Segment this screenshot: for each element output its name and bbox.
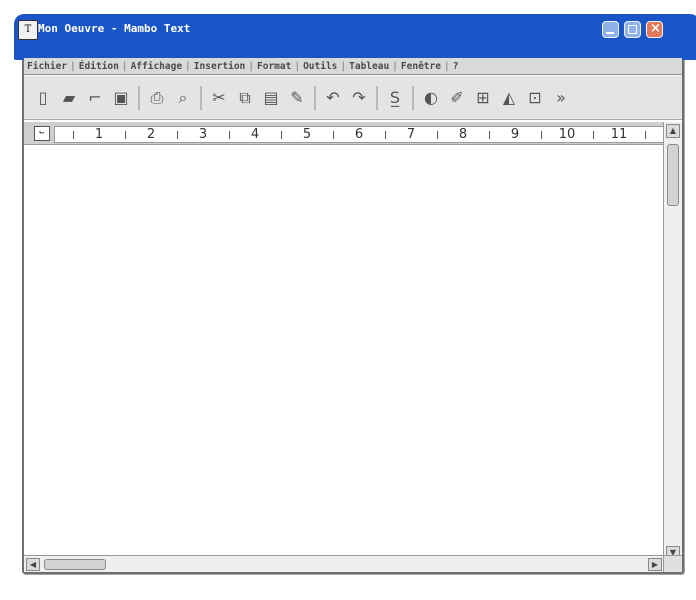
ruler-tick [489,131,490,139]
document-editor[interactable] [24,145,662,551]
ruler-scale[interactable]: 1 2 3 4 5 6 7 8 9 10 11 [54,126,664,143]
format-painter-icon[interactable]: ✎ [286,87,308,109]
ruler-number: 9 [510,127,520,142]
ruler-tick [281,131,282,139]
ruler-tick [645,131,646,139]
ruler-tick [333,131,334,139]
menu-outils[interactable]: Outils [300,61,340,72]
insert-object-icon[interactable]: ⊡ [524,87,546,109]
open-file-icon[interactable]: ⌐ [84,87,106,109]
vertical-scrollbar[interactable]: ▲ ▼ [663,122,682,562]
menu-format[interactable]: Format [254,61,294,72]
toolbar-divider [412,85,414,110]
close-icon: × [650,21,661,36]
print-icon[interactable]: ⎙ [146,87,168,109]
more-options-icon[interactable]: » [550,87,572,109]
scroll-right-icon[interactable]: ▶ [648,558,662,571]
ruler-number: 3 [198,127,208,142]
ruler-number: 1 [94,127,104,142]
ruler-tick [73,131,74,139]
ruler-tick [385,131,386,139]
toolbar-divider [376,85,378,110]
ruler-number: 11 [610,127,628,142]
menu-edition[interactable]: Édition [76,61,122,72]
ruler-number: 10 [558,127,576,142]
menu-insertion[interactable]: Insertion [191,61,248,72]
save-icon[interactable]: ▣ [110,87,132,109]
minimize-button[interactable] [602,21,619,38]
ruler-tick [593,131,594,139]
window-title: Mon Oeuvre - Mambo Text [38,22,191,35]
new-document-icon[interactable]: ▯ [32,87,54,109]
redo-icon[interactable]: ↷ [348,87,370,109]
scroll-up-icon[interactable]: ▲ [666,124,680,138]
print-preview-icon[interactable]: ⌕ [172,87,194,109]
toolbar-divider [200,85,202,110]
paste-icon[interactable]: ▤ [260,87,282,109]
menu-bar: Fichier | Édition | Affichage | Insertion | … [24,58,682,75]
cut-icon[interactable]: ✂ [208,87,230,109]
application-window: T Mon Oeuvre - Mambo Text × Fichier | Édi… [14,14,696,574]
ruler-number: 4 [250,127,260,142]
ruler-tick [437,131,438,139]
toolbar: ▯ ▰ ⌐ ▣ ⎙ ⌕ ✂ ⧉ ▤ ✎ ↶ ↷ S̲ ◐ ✐ ⊞ ◭ ⊡ » [24,76,682,120]
open-folder-icon[interactable]: ▰ [58,87,80,109]
scroll-left-icon[interactable]: ◀ [26,558,40,571]
ruler-tick [177,131,178,139]
menu-affichage[interactable]: Affichage [128,61,185,72]
toolbar-divider [138,85,140,110]
close-button[interactable]: × [646,21,663,38]
undo-icon[interactable]: ↶ [322,87,344,109]
insert-image-icon[interactable]: ◐ [420,87,442,109]
draw-icon[interactable]: ✐ [446,87,468,109]
menu-help[interactable]: ? [450,61,462,72]
ruler-number: 2 [146,127,156,142]
ruler-number: 5 [302,127,312,142]
insert-table-icon[interactable]: ⊞ [472,87,494,109]
copy-icon[interactable]: ⧉ [234,87,256,109]
ruler-tick [229,131,230,139]
resize-grip[interactable] [663,555,682,572]
toolbar-divider [314,85,316,110]
horizontal-scrollbar[interactable]: ◀ ▶ [24,555,664,572]
spell-check-icon[interactable]: S̲ [384,87,406,109]
horizontal-scroll-thumb[interactable] [44,559,106,570]
ruler-tick [541,131,542,139]
menu-fichier[interactable]: Fichier [24,61,70,72]
ruler: ⌙ 1 2 3 4 5 6 7 8 9 10 11 [24,122,664,145]
menu-tableau[interactable]: Tableau [346,61,392,72]
menu-fenetre[interactable]: Fenêtre [398,61,444,72]
title-bar[interactable]: T Mon Oeuvre - Mambo Text × [14,14,696,60]
vertical-scroll-thumb[interactable] [667,144,679,206]
maximize-button[interactable] [624,21,641,38]
ruler-number: 7 [406,127,416,142]
app-icon[interactable]: T [18,20,38,40]
ruler-number: 8 [458,127,468,142]
ruler-tick [125,131,126,139]
tab-stop-button[interactable]: ⌙ [34,126,50,141]
ruler-number: 6 [354,127,364,142]
chart-icon[interactable]: ◭ [498,87,520,109]
